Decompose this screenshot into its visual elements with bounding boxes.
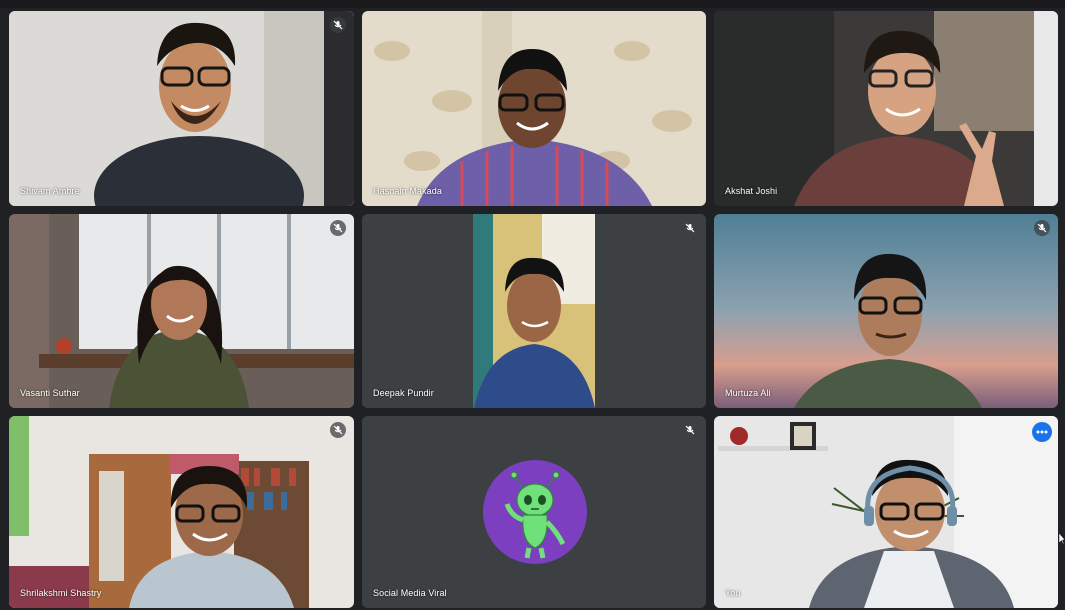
participant-video-you bbox=[714, 416, 1058, 608]
participant-name: Hasnain Makada bbox=[373, 186, 442, 196]
more-options-icon[interactable] bbox=[1032, 422, 1052, 442]
mic-off-icon bbox=[330, 422, 346, 438]
participant-name: Vasanti Suthar bbox=[20, 388, 80, 398]
participant-tile-vasanti-suthar[interactable]: Vasanti Suthar bbox=[9, 214, 354, 408]
participant-name: Murtuza Ali bbox=[725, 388, 771, 398]
participant-name: Shrilakshmi Shastry bbox=[20, 588, 102, 598]
participant-video-shrilakshmi bbox=[9, 416, 354, 608]
mic-off-icon bbox=[1034, 220, 1050, 236]
participant-video-akshat bbox=[714, 11, 1058, 206]
participant-name: Deepak Pundir bbox=[373, 388, 434, 398]
participant-tile-shrilakshmi-shastry[interactable]: Shrilakshmi Shastry bbox=[9, 416, 354, 608]
participant-tile-shivam-ambre[interactable]: Shivam Ambre bbox=[9, 11, 354, 206]
participant-video-hasnain bbox=[362, 11, 706, 206]
mic-off-icon bbox=[330, 220, 346, 236]
video-grid: Shivam Ambre Hasnain Makada Akshat Joshi… bbox=[0, 0, 1065, 610]
participant-tile-akshat-joshi[interactable]: Akshat Joshi bbox=[714, 11, 1058, 206]
participant-tile-hasnain-makada[interactable]: Hasnain Makada bbox=[362, 11, 706, 206]
participant-name: You bbox=[725, 588, 741, 598]
participant-tile-murtuza-ali[interactable]: Murtuza Ali bbox=[714, 214, 1058, 408]
participant-video-vasanti bbox=[9, 214, 354, 408]
participant-tile-social-media-viral[interactable]: Social Media Viral bbox=[362, 416, 706, 608]
participant-tile-you[interactable]: You bbox=[714, 416, 1058, 608]
mic-off-icon bbox=[682, 220, 698, 236]
participant-name: Social Media Viral bbox=[373, 588, 447, 598]
participant-name: Shivam Ambre bbox=[20, 186, 80, 196]
mouse-cursor-icon bbox=[1058, 532, 1065, 550]
participant-name: Akshat Joshi bbox=[725, 186, 778, 196]
mic-off-icon bbox=[330, 17, 346, 33]
participant-video-deepak bbox=[362, 214, 706, 408]
participant-tile-deepak-pundir[interactable]: Deepak Pundir bbox=[362, 214, 706, 408]
alien-avatar-icon bbox=[483, 460, 587, 564]
mic-off-icon bbox=[682, 422, 698, 438]
participant-video-shivam bbox=[9, 11, 354, 206]
participant-video-murtuza bbox=[714, 214, 1058, 408]
